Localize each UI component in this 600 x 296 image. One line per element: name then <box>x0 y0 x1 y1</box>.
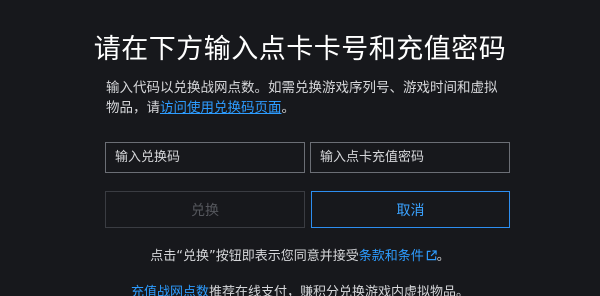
terms-link[interactable]: 条款和条件 <box>359 249 437 264</box>
card-pin-input[interactable] <box>310 142 510 173</box>
cancel-button[interactable]: 取消 <box>311 191 510 228</box>
footer-note: 充值战网点数推荐在线支付，赚积分兑换游戏内虚拟物品。 <box>0 281 600 296</box>
redeem-button[interactable]: 兑换 <box>105 191 305 228</box>
terms-notice: 点击“兑换”按钮即表示您同意并接受条款和条件。 <box>0 245 600 264</box>
external-link-icon <box>426 250 437 261</box>
description-suffix: 。 <box>281 100 296 116</box>
top-up-balance-link[interactable]: 充值战网点数 <box>131 285 209 296</box>
redeem-description: 输入代码以兑换战网点数。如需兑换游戏序列号、游戏时间和虚拟物品，请访问使用兑换码… <box>106 78 506 118</box>
terms-prefix: 点击“兑换”按钮即表示您同意并接受 <box>150 249 359 264</box>
cancel-button-label: 取消 <box>396 202 425 219</box>
redeem-button-label: 兑换 <box>191 202 219 219</box>
redeem-code-input[interactable] <box>105 142 305 173</box>
terms-suffix: 。 <box>436 249 450 264</box>
terms-link-label: 条款和条件 <box>358 249 424 264</box>
redeem-dialog: 请在下方输入点卡卡号和充值密码 输入代码以兑换战网点数。如需兑换游戏序列号、游戏… <box>0 0 600 296</box>
page-title: 请在下方输入点卡卡号和充值密码 <box>93 34 507 65</box>
redeem-code-page-link[interactable]: 访问使用兑换码页面 <box>160 100 282 116</box>
footer-text: 推荐在线支付，赚积分兑换游戏内虚拟物品。 <box>209 285 470 296</box>
